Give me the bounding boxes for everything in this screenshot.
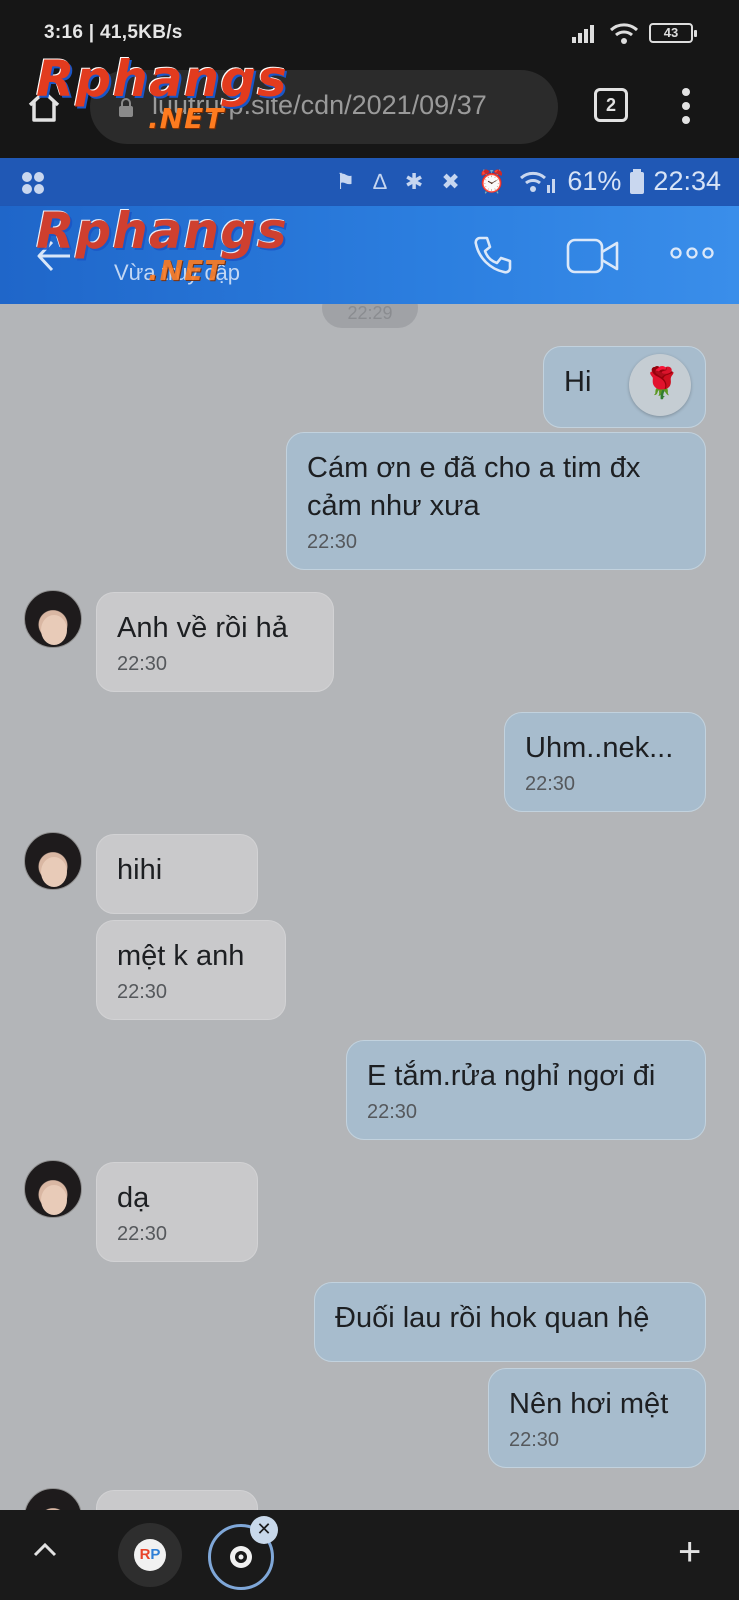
message-bubble-in[interactable]	[96, 1490, 258, 1510]
message-bubble-out[interactable]: Đuối lau rồi hok quan hệ	[314, 1282, 706, 1362]
message-list[interactable]: 22:29 Hi 🌹 Cám ơn e đã cho a tim đx cảm …	[0, 304, 739, 1510]
inner-battery-icon	[630, 168, 645, 194]
message-bubble-out[interactable]: Uhm..nek... 22:30	[504, 712, 706, 812]
message-time: 22:30	[117, 1223, 168, 1245]
message-text: Nên hơi mệt	[509, 1388, 669, 1420]
message-bubble-in[interactable]: mệt k anh 22:30	[96, 920, 286, 1020]
phone-call-icon[interactable]	[470, 232, 516, 278]
inner-status-bar: ⚑ ∆ ✱ ✖ ⏰ 61% 22:34	[0, 158, 739, 206]
outer-status-icons: 43	[571, 22, 697, 44]
video-call-icon[interactable]	[566, 236, 620, 276]
rose-icon: 🌹	[643, 367, 681, 400]
watermark-logo-suffix: .NET	[148, 254, 225, 287]
inner-status-right: ⚑ ∆ ✱ ✖ ⏰ 61% 22:34	[335, 166, 721, 197]
reaction-button[interactable]: 🌹	[629, 354, 691, 416]
avatar[interactable]	[24, 1160, 82, 1218]
date-separator: 22:29	[322, 304, 418, 328]
message-text: hihi	[117, 854, 163, 886]
inner-signal-icon	[520, 171, 556, 193]
message-text: dạ	[117, 1182, 150, 1214]
message-time: 22:30	[509, 1429, 560, 1451]
close-tab-icon[interactable]: ✕	[250, 1516, 278, 1544]
message-text: Cám ơn e đã cho a tim đx cảm như xưa	[307, 452, 641, 522]
message-bubble-in[interactable]: hihi	[96, 834, 258, 914]
message-bubble-in[interactable]: dạ 22:30	[96, 1162, 258, 1262]
cell-signal-icon	[572, 25, 594, 43]
message-time: 22:30	[117, 653, 168, 675]
message-bubble-out[interactable]: Cám ơn e đã cho a tim đx cảm như xưa 22:…	[286, 432, 706, 570]
message-text: Anh về rồi hả	[117, 612, 288, 644]
message-time: 22:30	[307, 531, 358, 553]
more-vert-icon[interactable]	[676, 84, 696, 128]
watermark-logo-text: Rphangs	[36, 202, 288, 260]
tab-rp-button[interactable]: RP	[118, 1523, 182, 1587]
watermark-logo-text: Rphangs	[36, 50, 288, 108]
message-time: 22:30	[525, 773, 576, 795]
outer-status-time: 3:16 | 41,5KB/s	[44, 22, 183, 43]
message-time: 22:30	[117, 981, 168, 1003]
active-tab-icon	[230, 1546, 252, 1568]
chevron-up-icon[interactable]	[32, 1540, 58, 1560]
inner-battery-percent: 61%	[567, 166, 622, 196]
watermark-logo-suffix: .NET	[148, 102, 225, 135]
tab-switcher-button[interactable]: 2	[594, 88, 628, 122]
watermark-logo-top: Rphangs .NET	[36, 50, 288, 135]
new-tab-button[interactable]: +	[678, 1532, 701, 1572]
message-text: mệt k anh	[117, 940, 245, 972]
inner-status-time: 22:34	[653, 166, 721, 196]
avatar[interactable]	[24, 832, 82, 890]
inner-status-icons: ⚑ ∆ ✱ ✖ ⏰	[335, 168, 512, 194]
rp-logo-r: R	[139, 1546, 151, 1563]
wifi-icon	[609, 23, 639, 44]
rp-logo-p: P	[150, 1546, 161, 1563]
message-text: Uhm..nek...	[525, 732, 674, 764]
avatar[interactable]	[24, 1488, 82, 1510]
screen: 3:16 | 41,5KB/s 43 luutrurp.site/cdn/202…	[0, 0, 739, 1600]
more-options-icon[interactable]	[670, 246, 714, 260]
avatar[interactable]	[24, 590, 82, 648]
outer-battery-icon: 43	[649, 23, 697, 43]
browser-bottom-bar: RP ✕ +	[0, 1510, 739, 1600]
message-bubble-out[interactable]: Nên hơi mệt 22:30	[488, 1368, 706, 1468]
watermark-logo-header: Rphangs .NET	[36, 202, 288, 287]
message-bubble-out[interactable]: E tắm.rửa nghỉ ngơi đi 22:30	[346, 1040, 706, 1140]
message-text: Đuối lau rồi hok quan hệ	[335, 1302, 650, 1334]
message-text: E tắm.rửa nghỉ ngơi đi	[367, 1060, 656, 1092]
message-bubble-in[interactable]: Anh về rồi hả 22:30	[96, 592, 334, 692]
apps-grid-icon	[22, 172, 44, 194]
message-time: 22:30	[367, 1101, 418, 1123]
rp-logo-icon: RP	[134, 1539, 166, 1571]
